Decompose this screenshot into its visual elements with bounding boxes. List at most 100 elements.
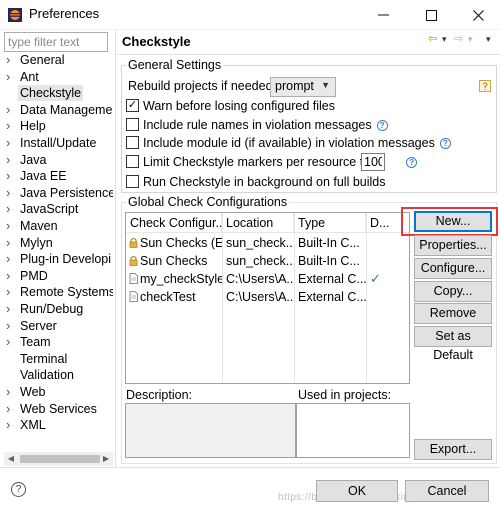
page-navigation: ⇦ ▾ ⇨ ▾ ▾ — [428, 32, 498, 48]
expand-arrow-icon[interactable]: › — [6, 102, 16, 118]
minimize-button[interactable] — [360, 0, 406, 30]
expand-arrow-icon[interactable]: › — [6, 185, 16, 201]
scroll-left-icon[interactable]: ◀ — [4, 452, 18, 466]
new-button[interactable]: New... — [414, 211, 492, 232]
expand-arrow-icon[interactable]: › — [6, 135, 16, 151]
used-in-projects-label: Used in projects: — [298, 388, 392, 402]
info-help-icon[interactable]: ? — [376, 120, 388, 132]
tree-item-label: Java Persistence — [20, 185, 113, 200]
expand-arrow-icon[interactable]: › — [6, 417, 16, 433]
expand-arrow-icon[interactable]: › — [6, 218, 16, 234]
expand-arrow-icon[interactable]: › — [6, 251, 16, 267]
table-cell[interactable]: ✓ — [366, 270, 409, 288]
expand-arrow-icon[interactable]: › — [6, 52, 16, 68]
configure-button[interactable]: Configure... — [414, 258, 492, 279]
remove-button[interactable]: Remove — [414, 303, 492, 324]
back-arrow-icon[interactable]: ⇦ — [428, 32, 437, 45]
eclipse-app-icon — [8, 8, 22, 22]
cell-text: External C... — [298, 272, 366, 286]
cell-text: C:\Users\A... — [226, 290, 294, 304]
help-icon[interactable]: ? — [11, 482, 26, 497]
general-settings-label: General Settings — [126, 58, 224, 72]
forward-arrow-icon[interactable]: ⇨ — [454, 32, 463, 45]
table-cell[interactable] — [366, 252, 409, 270]
check-config-table[interactable]: Check Configur... Location Type D... Sun Che… — [125, 212, 410, 384]
ok-button[interactable]: OK — [316, 480, 398, 502]
table-cell[interactable]: C:\Users\A... — [222, 288, 294, 306]
checkbox[interactable] — [126, 175, 139, 188]
tree-item-label: Web — [20, 385, 46, 399]
table-cell[interactable]: sun_check... — [222, 234, 294, 252]
expand-arrow-icon[interactable]: › — [6, 69, 16, 85]
table-cell[interactable]: checkTest — [126, 288, 222, 306]
table-cell[interactable] — [366, 288, 409, 306]
expand-arrow-icon[interactable]: › — [6, 284, 16, 300]
used-in-projects-list[interactable] — [296, 403, 410, 458]
rebuild-select[interactable]: prompt ▼ — [270, 77, 336, 97]
table-cell[interactable]: Sun Checks — [126, 252, 222, 270]
scroll-right-icon[interactable]: ▶ — [99, 452, 113, 466]
set-default-button[interactable]: Set as Default — [414, 326, 492, 362]
tree-item-label: Server — [20, 318, 57, 333]
cell-text: C:\Users\A... — [226, 272, 294, 286]
checkbox[interactable] — [126, 136, 139, 149]
table-cell[interactable]: sun_check... — [222, 252, 294, 270]
info-help-icon[interactable]: ? — [439, 138, 451, 150]
marker-limit-input[interactable] — [361, 153, 385, 171]
file-icon — [129, 291, 138, 302]
rebuild-label: Rebuild projects if needed: — [128, 79, 277, 93]
table-cell[interactable]: Built-In C... — [294, 252, 366, 270]
cancel-button[interactable]: Cancel — [405, 480, 489, 502]
column-header[interactable]: Check Configur... — [126, 213, 222, 233]
tree-item-label: Plug-in Developi — [20, 252, 112, 267]
maximize-button[interactable] — [408, 0, 454, 30]
expand-arrow-icon[interactable]: › — [6, 118, 16, 134]
column-header[interactable]: Location — [222, 213, 294, 233]
expand-arrow-icon[interactable]: › — [6, 384, 16, 400]
properties-button[interactable]: Properties... — [414, 235, 492, 256]
filter-input[interactable] — [4, 32, 108, 52]
tree-horizontal-scrollbar[interactable]: ◀ ▶ — [4, 452, 113, 466]
table-cell[interactable]: External C... — [294, 270, 366, 288]
table-cell[interactable]: Sun Checks (E... — [126, 234, 222, 252]
info-help-icon[interactable]: ? — [406, 157, 418, 169]
expand-arrow-icon[interactable]: › — [6, 201, 16, 217]
column-header[interactable]: Type — [294, 213, 366, 233]
table-cell[interactable]: my_checkStyle — [126, 270, 222, 288]
checkbox[interactable]: ✓ — [126, 99, 139, 112]
checkbox[interactable] — [126, 118, 139, 131]
table-cell[interactable]: External C... — [294, 288, 366, 306]
scrollbar-thumb[interactable] — [20, 455, 100, 463]
export-button[interactable]: Export... — [414, 439, 492, 460]
checkbox-label: Limit Checkstyle markers per resource to — [143, 155, 371, 169]
description-field[interactable] — [125, 403, 296, 458]
expand-arrow-icon[interactable]: › — [6, 168, 16, 184]
close-button[interactable] — [455, 0, 500, 30]
preferences-tree[interactable]: › General › Ant Checkstyle › Data Manageme › Hel… — [4, 52, 113, 452]
table-cell[interactable] — [366, 234, 409, 252]
view-menu-icon[interactable]: ▾ — [486, 34, 491, 45]
checkbox[interactable] — [126, 155, 139, 168]
forward-menu-icon[interactable]: ▾ — [468, 34, 473, 45]
expand-arrow-icon[interactable]: › — [6, 334, 16, 350]
expand-arrow-icon[interactable]: › — [6, 318, 16, 334]
pane-divider[interactable] — [115, 30, 116, 467]
chevron-down-icon: ▼ — [321, 80, 330, 90]
expand-arrow-icon[interactable]: › — [6, 401, 16, 417]
default-check-mark: ✓ — [370, 271, 381, 286]
minimize-icon — [377, 14, 389, 16]
copy-button[interactable]: Copy... — [414, 281, 492, 302]
expand-arrow-icon[interactable]: › — [6, 301, 16, 317]
lock-icon — [129, 238, 138, 248]
table-cell[interactable]: C:\Users\A... — [222, 270, 294, 288]
cell-text: Sun Checks (E... — [140, 236, 222, 250]
maximize-icon — [425, 9, 437, 21]
lock-icon — [129, 256, 138, 266]
table-cell[interactable]: Built-In C... — [294, 234, 366, 252]
context-help-icon[interactable] — [479, 80, 491, 92]
expand-arrow-icon[interactable]: › — [6, 152, 16, 168]
checkbox-label: Include rule names in violation messages — [143, 118, 372, 132]
expand-arrow-icon[interactable]: › — [6, 268, 16, 284]
expand-arrow-icon[interactable]: › — [6, 235, 16, 251]
back-menu-icon[interactable]: ▾ — [442, 34, 447, 45]
